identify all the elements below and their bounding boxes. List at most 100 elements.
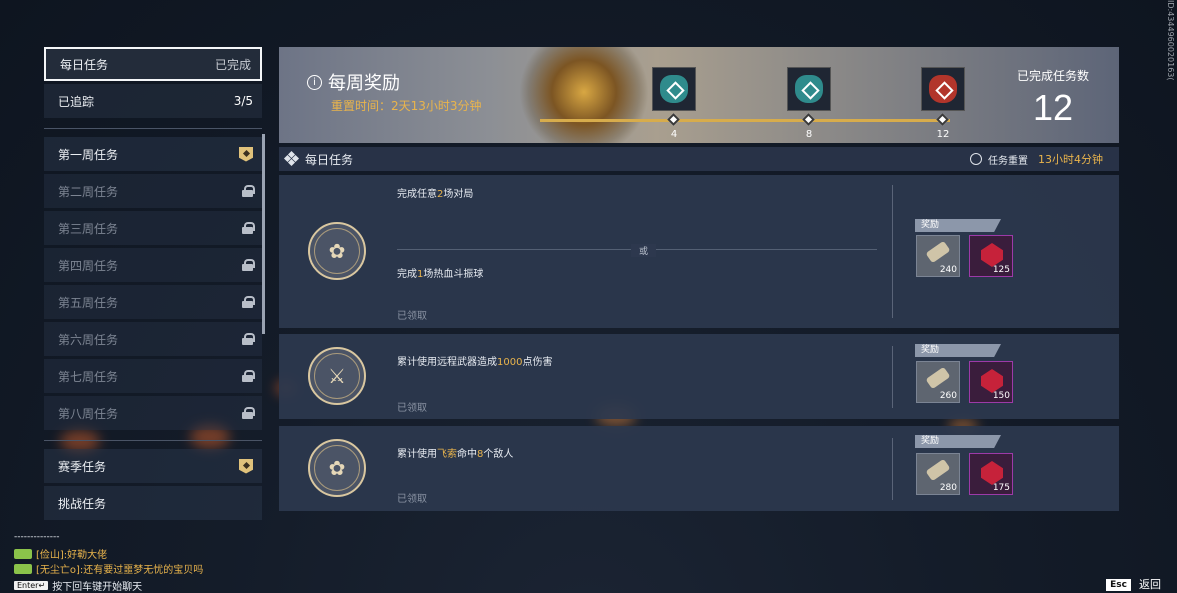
- lock-icon: [242, 370, 255, 382]
- nav-challenge-label: 挑战任务: [58, 496, 107, 511]
- reward-scroll-item[interactable]: 240: [916, 235, 960, 277]
- nav-week-3[interactable]: 第三周任务: [44, 211, 262, 245]
- blossom-icon: ✿: [314, 228, 360, 274]
- nav-week-label: 第六周任务: [58, 332, 119, 347]
- daily-header-title: 每日任务: [305, 152, 354, 167]
- lock-icon: [242, 296, 255, 308]
- reset-time: 13小时4分钟: [1038, 153, 1103, 166]
- bag-icon: [929, 75, 957, 103]
- nav-week-label: 第一周任务: [58, 147, 119, 162]
- reward-gem-item[interactable]: 125: [969, 235, 1013, 277]
- milestone-number: 4: [670, 129, 678, 140]
- completed-count-label: 已完成任务数: [1016, 69, 1089, 83]
- reward-bag-8[interactable]: [787, 67, 831, 111]
- milestone-track: [540, 119, 950, 122]
- task-medal: ⚔: [308, 347, 366, 405]
- nav-challenge-tasks[interactable]: 挑战任务: [44, 486, 262, 520]
- banner-title: i 每周奖励: [307, 69, 400, 95]
- task-card: ✿ 累计使用飞索命中8个敌人 已领取 奖励 280 175: [279, 426, 1119, 511]
- nav-tracked[interactable]: 已追踪 3/5: [44, 84, 262, 118]
- task-text: 累计使用远程武器造成1000点伤害: [397, 357, 553, 368]
- nav-scrollbar[interactable]: [262, 134, 265, 334]
- nav-week-1[interactable]: 第一周任务: [44, 137, 262, 171]
- crossed-swords-icon: ⚔: [314, 353, 360, 399]
- nav-week-label: 第五周任务: [58, 295, 119, 310]
- reward-bag-4[interactable]: [652, 67, 696, 111]
- diamond-cluster-icon: [283, 150, 300, 167]
- task-status: 已领取: [397, 403, 427, 414]
- task-separator: [892, 346, 893, 408]
- nav-week-label: 第八周任务: [58, 406, 119, 421]
- task-status: 已领取: [397, 311, 427, 322]
- reward-label: 奖励: [915, 219, 1001, 232]
- task-separator: [892, 438, 893, 500]
- esc-key[interactable]: Esc: [1106, 579, 1131, 591]
- nav-week-7[interactable]: 第七周任务: [44, 359, 262, 393]
- nav-daily-tasks[interactable]: 每日任务 已完成: [44, 47, 262, 81]
- nav-season-tasks[interactable]: 赛季任务: [44, 449, 262, 483]
- chat-line: [俭山]:好勒大佬: [14, 546, 107, 561]
- weekly-reward-banner: i 每周奖励 重置时间：2天13小时3分钟 4 8 12 已完成任务数 12: [279, 47, 1119, 143]
- info-icon[interactable]: i: [307, 74, 322, 90]
- enter-key-icon: Enter↵: [14, 581, 49, 590]
- bag-icon: [660, 75, 688, 103]
- milestone-node: [802, 113, 815, 126]
- bag-icon: [795, 75, 823, 103]
- nav-week-4[interactable]: 第四周任务: [44, 248, 262, 282]
- task-status: 已领取: [397, 494, 427, 505]
- nav-daily-status: 已完成: [214, 57, 251, 72]
- reward-badge-icon: [239, 146, 253, 162]
- nav-week-2[interactable]: 第二周任务: [44, 174, 262, 208]
- nav-week-label: 第四周任务: [58, 258, 119, 273]
- reward-label: 奖励: [915, 435, 1001, 448]
- milestone-number: 12: [936, 129, 950, 140]
- completed-count: 12: [1032, 87, 1073, 128]
- reward-gem-item[interactable]: 150: [969, 361, 1013, 403]
- reset-label: 任务重置: [988, 155, 1028, 167]
- task-nav: 每日任务 已完成 已追踪 3/5 第一周任务 第二周任务 第三周任务 第四周任务…: [44, 47, 262, 523]
- reward-scroll-item[interactable]: 260: [916, 361, 960, 403]
- nav-week-6[interactable]: 第六周任务: [44, 322, 262, 356]
- nav-week-label: 第二周任务: [58, 184, 119, 199]
- nav-tracked-count: 3/5: [233, 94, 253, 108]
- task-card: ✿ 完成任意2场对局 或 完成1场热血斗振球 已领取 奖励 240 125: [279, 175, 1119, 328]
- nav-week-8[interactable]: 第八周任务: [44, 396, 262, 430]
- nav-week-5[interactable]: 第五周任务: [44, 285, 262, 319]
- chat-channel-icon: [14, 548, 32, 559]
- task-medal: ✿: [308, 222, 366, 280]
- nav-tracked-label: 已追踪: [58, 94, 95, 109]
- reward-label: 奖励: [915, 344, 1001, 357]
- chat-separator: --------------: [14, 532, 60, 542]
- nav-divider: [44, 128, 262, 129]
- task-text: 累计使用飞索命中8个敌人: [397, 449, 514, 460]
- banner-reset-time: 重置时间：2天13小时3分钟: [331, 99, 482, 113]
- banner-art: [519, 47, 649, 143]
- milestone-number: 8: [805, 129, 813, 140]
- banner-title-text: 每周奖励: [328, 73, 400, 94]
- task-text: 完成任意2场对局: [397, 189, 474, 200]
- nav-week-label: 第七周任务: [58, 369, 119, 384]
- lock-icon: [242, 222, 255, 234]
- reward-scroll-item[interactable]: 280: [916, 453, 960, 495]
- reward-gem-item[interactable]: 175: [969, 453, 1013, 495]
- reward-bag-12[interactable]: [921, 67, 965, 111]
- task-alt-text: 完成1场热血斗振球: [397, 269, 484, 280]
- lock-icon: [242, 407, 255, 419]
- task-card: ⚔ 累计使用远程武器造成1000点伤害 已领取 奖励 260 150: [279, 334, 1119, 419]
- chat-channel-icon: [14, 563, 32, 574]
- nav-divider: [44, 440, 262, 441]
- nav-daily-label: 每日任务: [60, 57, 109, 72]
- chat-input-hint[interactable]: Enter↵ 按下回车键开始聊天: [14, 578, 142, 593]
- or-label: 或: [631, 244, 657, 257]
- task-separator: [892, 185, 893, 318]
- milestone-node: [667, 113, 680, 126]
- daily-tasks-header: 每日任务 任务重置 13小时4分钟: [279, 147, 1119, 171]
- lock-icon: [242, 185, 255, 197]
- blossom-icon: ✿: [314, 445, 360, 491]
- back-button[interactable]: 返回: [1139, 576, 1161, 592]
- lock-icon: [242, 259, 255, 271]
- lock-icon: [242, 333, 255, 345]
- nav-week-label: 第三周任务: [58, 221, 119, 236]
- clock-icon: [970, 153, 982, 165]
- reward-badge-icon: [239, 458, 253, 474]
